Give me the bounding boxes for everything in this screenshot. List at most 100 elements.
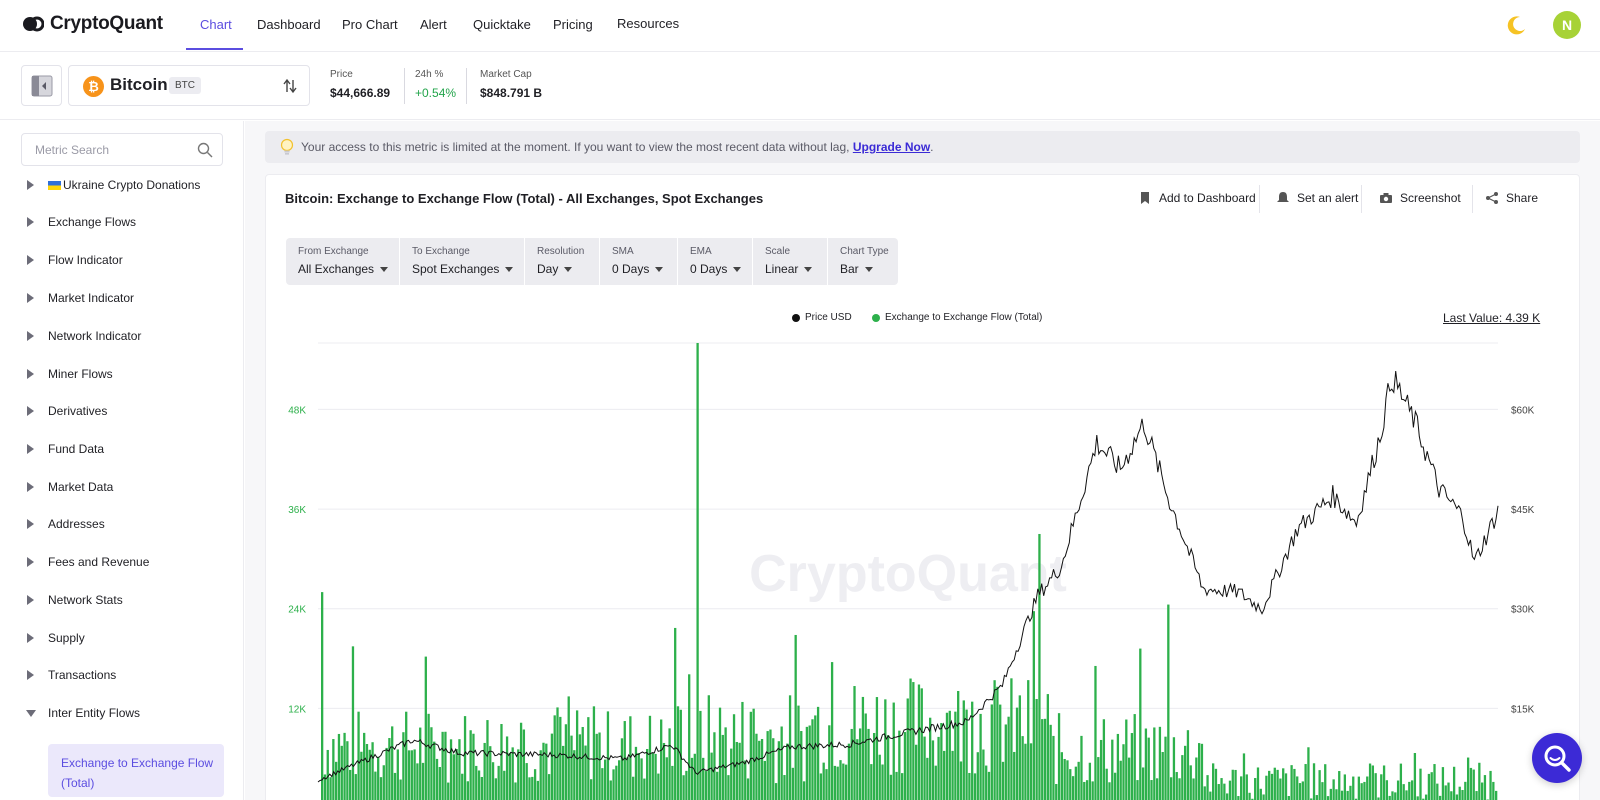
swap-arrows-icon[interactable] xyxy=(283,78,297,94)
nav-pro-chart[interactable]: Pro Chart xyxy=(342,17,398,32)
flow-bar xyxy=(1027,680,1030,800)
flow-bar xyxy=(657,773,660,800)
flow-bar xyxy=(1015,707,1019,800)
from-exchange-select[interactable]: From Exchange All Exchanges xyxy=(286,238,399,285)
flow-bar xyxy=(407,750,411,800)
chart-type-select[interactable]: Chart Type Bar xyxy=(828,238,898,285)
flow-bar xyxy=(1139,648,1142,800)
flow-bar xyxy=(758,740,761,800)
caret-down-icon xyxy=(505,267,514,272)
screenshot-button[interactable]: Screenshot xyxy=(1379,191,1461,205)
to-exchange-select[interactable]: To Exchange Spot Exchanges xyxy=(400,238,524,285)
sidebar-item-market-indicator[interactable]: Market Indicator xyxy=(0,283,244,313)
sidebar-item-fund-data[interactable]: Fund Data xyxy=(0,434,244,464)
legend-flow[interactable]: Exchange to Exchange Flow (Total) xyxy=(872,312,1042,323)
sidebar-item-miner-flows[interactable]: Miner Flows xyxy=(0,359,244,389)
set-alert-button[interactable]: Set an alert xyxy=(1276,191,1358,205)
sidebar-item-market-data[interactable]: Market Data xyxy=(0,472,244,502)
sidebar-item-label: Exchange Flows xyxy=(48,215,136,229)
scale-select[interactable]: Scale Linear xyxy=(753,238,827,285)
flow-bar xyxy=(1150,780,1153,800)
moon-icon[interactable] xyxy=(1506,14,1528,36)
flow-bar xyxy=(427,713,430,800)
flow-bar xyxy=(1085,780,1089,800)
flow-bar xyxy=(1119,760,1122,800)
market-cap-stat: Market Cap $848.791 B xyxy=(480,69,542,100)
user-avatar[interactable]: N xyxy=(1553,11,1581,39)
asset-selector[interactable]: ₿ Bitcoin BTC xyxy=(68,65,310,106)
flow-bar xyxy=(539,750,542,800)
flow-bar xyxy=(1214,768,1218,800)
sidebar-subitem-active[interactable]: Exchange to Exchange Flow (Total) xyxy=(48,744,224,797)
flow-bar xyxy=(1478,762,1481,800)
sidebar-item-network-stats[interactable]: Network Stats xyxy=(0,585,244,615)
action-divider xyxy=(1472,185,1473,213)
search-icon[interactable] xyxy=(197,142,213,158)
add-to-dashboard-button[interactable]: Add to Dashboard xyxy=(1138,191,1256,205)
flow-bar xyxy=(472,733,475,800)
sidebar-item-flow-indicator[interactable]: Flow Indicator xyxy=(0,245,244,275)
nav-dashboard[interactable]: Dashboard xyxy=(257,17,321,32)
share-button[interactable]: Share xyxy=(1485,191,1538,205)
flow-bar xyxy=(842,763,845,800)
flow-bar xyxy=(903,732,907,800)
caret-right-icon xyxy=(27,217,34,227)
flow-bar xyxy=(329,777,332,800)
caret-down-icon xyxy=(655,267,664,272)
flow-bar xyxy=(1125,719,1128,800)
legend-flow-label: Exchange to Exchange Flow (Total) xyxy=(885,312,1043,323)
sidebar-item-transactions[interactable]: Transactions xyxy=(0,660,244,690)
sidebar-item-ukraine-crypto-donations[interactable]: Ukraine Crypto Donations xyxy=(0,170,244,200)
nav-pricing[interactable]: Pricing xyxy=(553,17,593,32)
flow-bar xyxy=(688,674,691,800)
panel-collapse-icon xyxy=(31,75,52,96)
upgrade-now-link[interactable]: Upgrade Now xyxy=(853,140,930,154)
chart-controls: From Exchange All Exchanges To Exchange … xyxy=(286,238,898,285)
caret-right-icon xyxy=(27,293,34,303)
flow-bar xyxy=(685,770,688,800)
flow-bar xyxy=(413,749,416,800)
legend-price[interactable]: Price USD xyxy=(792,312,852,323)
ema-select[interactable]: EMA 0 Days xyxy=(678,238,752,285)
brand-logo[interactable]: CryptoQuant xyxy=(22,13,163,35)
nav-quicktake[interactable]: Quicktake xyxy=(473,17,531,32)
flow-bar xyxy=(774,783,778,800)
flow-chart[interactable]: 012K24K36K48K$0$15K$30K$45K$60KCryptoQua… xyxy=(266,323,1579,800)
flow-bar xyxy=(410,750,413,800)
sidebar-toggle-button[interactable] xyxy=(21,65,62,106)
flow-bar xyxy=(505,736,509,800)
sma-select[interactable]: SMA 0 Days xyxy=(600,238,677,285)
flow-bar xyxy=(525,763,528,800)
metric-search-input[interactable]: Metric Search xyxy=(21,133,223,166)
flow-bar xyxy=(1127,757,1131,800)
flow-bar xyxy=(570,735,573,800)
support-chat-button[interactable] xyxy=(1532,733,1582,783)
nav-alert[interactable]: Alert xyxy=(420,17,447,32)
camera-icon xyxy=(1380,193,1392,203)
sidebar-item-exchange-flows[interactable]: Exchange Flows xyxy=(0,207,244,237)
flow-bar xyxy=(746,778,750,800)
flow-bar xyxy=(1220,778,1223,800)
sidebar-item-addresses[interactable]: Addresses xyxy=(0,509,244,539)
flow-bar xyxy=(1018,695,1021,800)
flow-bar xyxy=(665,757,668,800)
flow-bar xyxy=(385,747,388,800)
sidebar-item-fees-and-revenue[interactable]: Fees and Revenue xyxy=(0,547,244,577)
sidebar-item-inter-entity-flows[interactable]: Inter Entity Flows xyxy=(0,698,244,728)
sidebar-item-network-indicator[interactable]: Network Indicator xyxy=(0,321,244,351)
flow-bar xyxy=(354,774,357,800)
chart-card: Bitcoin: Exchange to Exchange Flow (Tota… xyxy=(265,174,1580,800)
chart-type-label: Chart Type xyxy=(840,246,889,257)
resolution-select[interactable]: Resolution Day xyxy=(525,238,599,285)
sidebar-item-supply[interactable]: Supply xyxy=(0,623,244,653)
sidebar-item-derivatives[interactable]: Derivatives xyxy=(0,396,244,426)
caret-right-icon xyxy=(27,557,34,567)
flow-bar xyxy=(1004,724,1007,800)
nav-chart[interactable]: Chart xyxy=(200,17,232,32)
flow-bar xyxy=(1206,775,1209,800)
flow-bar xyxy=(1388,795,1391,800)
nav-resources[interactable]: Resources xyxy=(617,16,679,31)
caret-right-icon xyxy=(27,369,34,379)
flow-bar xyxy=(800,731,803,800)
to-exchange-text: Spot Exchanges xyxy=(412,262,500,276)
